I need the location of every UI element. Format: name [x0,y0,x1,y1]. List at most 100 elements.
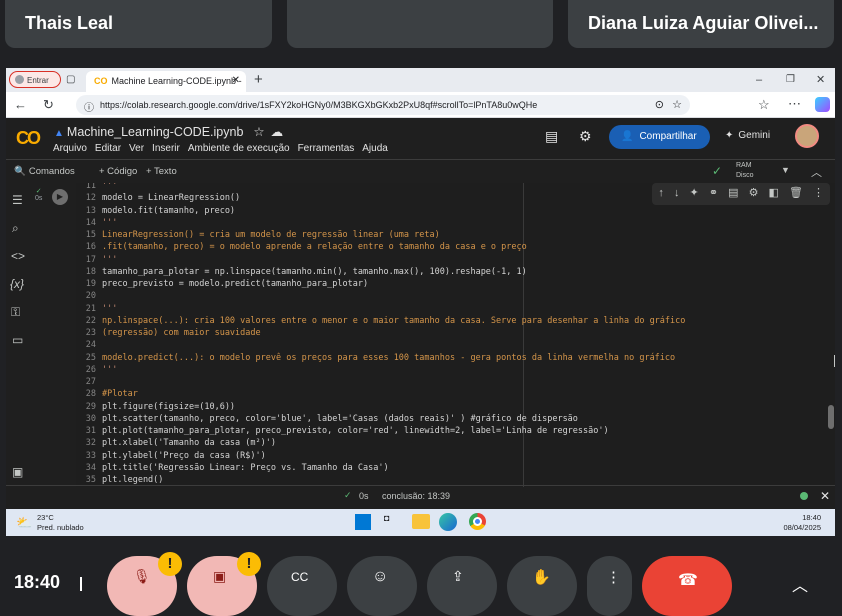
code-line[interactable]: 32 plt.xlabel('Tamanho da casa (m²)') [82,437,685,449]
install-app-icon[interactable]: ⊙ [655,98,664,111]
menu-ajuda[interactable]: Ajuda [362,143,388,154]
mirror-cell-icon[interactable]: ◧ [769,187,779,199]
run-cell-button[interactable]: ▶ [52,189,68,205]
address-bar[interactable]: ⓘ https://colab.research.google.com/driv… [76,95,690,115]
runtime-dropdown-icon[interactable]: ▼ [781,165,790,175]
code-line[interactable]: 27 [82,376,685,388]
favorites-icon[interactable]: ☆ [758,97,770,113]
new-tab-icon[interactable]: + [254,72,263,88]
code-line[interactable]: 12 modelo = LinearRegression() [82,192,685,204]
close-window-icon[interactable]: ✕ [816,72,825,88]
mic-warning-icon[interactable]: ! [158,552,182,576]
system-clock[interactable]: 18:40 08/04/2025 [783,513,821,533]
code-line[interactable]: 19 preco_previsto = modelo.predict(tamanh… [82,278,685,290]
code-snippets-icon[interactable]: <> [11,249,25,263]
code-line[interactable]: 24 [82,339,685,351]
settings-gear-icon[interactable]: ⚙ [579,128,592,144]
code-editor[interactable]: 11 ''' 12 modelo = LinearRegression() 13 mode… [76,183,835,487]
chrome-icon[interactable] [469,513,486,530]
copilot-icon[interactable] [815,97,830,112]
menu-ambiente[interactable]: Ambiente de execução [188,143,290,154]
edge-browser-icon[interactable] [439,513,457,531]
code-line[interactable]: 28 #Plotar [82,388,685,400]
bookmark-star-icon[interactable]: ☆ [672,98,682,111]
code-line[interactable]: 33 plt.ylabel('Preço da casa (R$)') [82,450,685,462]
restore-icon[interactable]: ❐ [786,72,795,88]
secrets-key-icon[interactable]: ⚿ [11,305,20,320]
task-view-icon[interactable]: ◘ [384,513,389,523]
code-line[interactable]: 31 plt.plot(tamanho_para_plotar, preco_pr… [82,425,685,437]
code-line[interactable]: 21 ''' [82,303,685,315]
code-line[interactable]: 18 tamanho_para_plotar = np.linspace(tama… [82,266,685,278]
code-line[interactable]: 20 [82,290,685,302]
code-line[interactable]: 13 modelo.fit(tamanho, preco) [82,205,685,217]
weather-icon[interactable]: ⛅ [16,515,32,531]
delete-icon[interactable]: 🗑 [789,187,803,199]
star-icon[interactable]: ☆ [253,125,264,139]
browser-tab[interactable]: CO Machine Learning-CODE.ipynb - ✕ [86,71,246,92]
code-line[interactable]: 26 ''' [82,364,685,376]
move-up-icon[interactable]: ↑ [658,187,664,199]
code-cell[interactable]: ✓ 0s ▶ 11 ''' 12 modelo = LinearRegression()… [30,183,835,487]
menu-editar[interactable]: Editar [95,143,121,154]
profile-button[interactable]: Entrar [9,71,61,88]
notebook-scrollbar[interactable] [828,405,834,429]
add-text-button[interactable]: + Texto [146,166,177,177]
link-icon[interactable]: ⚭ [709,187,718,199]
comment-icon[interactable]: ▤ [728,187,738,199]
participant-tile-thais[interactable]: Thais Leal [5,0,272,48]
close-status-icon[interactable]: ✕ [820,489,830,503]
comments-icon[interactable]: ▤ [545,128,558,144]
emoji-button[interactable]: ☺ [347,556,417,616]
participant-tile-2[interactable] [287,0,553,48]
end-call-button[interactable]: ☎ [642,556,732,616]
present-button[interactable]: ⇪ [427,556,497,616]
expand-icon[interactable]: ︿ [792,572,808,596]
resource-monitor[interactable]: RAM Disco [736,161,754,181]
tab-actions-icon[interactable]: ▢ [66,72,75,88]
menu-ferramentas[interactable]: Ferramentas [298,143,355,154]
find-icon[interactable]: ⌕ [12,221,19,236]
gemini-cell-icon[interactable]: ✦ [690,187,699,199]
move-down-icon[interactable]: ↓ [674,187,680,199]
code-line[interactable]: 23 (regressão) com maior suavidade [82,327,685,339]
code-line[interactable]: 14 ''' [82,217,685,229]
code-line[interactable]: 17 ''' [82,254,685,266]
code-line[interactable]: 16 .fit(tamanho, preco) = o modelo aprend… [82,241,685,253]
collapse-header-icon[interactable]: ︿ [811,164,822,180]
start-windows-icon[interactable] [355,514,371,530]
code-line[interactable]: 22 np.linspace(...): cria 100 valores ent… [82,315,686,327]
file-explorer-icon[interactable] [412,514,430,529]
menu-ver[interactable]: Ver [129,143,144,154]
close-tab-icon[interactable]: ✕ [232,75,240,86]
weather-widget[interactable]: 23°C Pred. nublado [37,513,84,533]
code-line[interactable]: 11 ''' [82,183,685,192]
code-line[interactable]: 30 plt.scatter(tamanho, preco, color='blu… [82,413,685,425]
files-folder-icon[interactable]: ▭ [12,333,23,347]
add-code-button[interactable]: + Código [99,166,137,177]
cell-settings-icon[interactable]: ⚙ [749,187,759,199]
code-line[interactable]: 29 plt.figure(figsize=(10,6)) [82,401,685,413]
notebook-title[interactable]: ▲ Machine_Learning-CODE.ipynb ☆ ☁ [54,124,283,139]
minimize-icon[interactable]: – [756,72,762,88]
menu-inserir[interactable]: Inserir [152,143,180,154]
participant-tile-diana[interactable]: Diana Luiza Aguiar Olivei... [568,0,834,48]
more-menu-icon[interactable]: ⋯ [788,96,801,112]
more-vert-icon[interactable]: ⋮ [813,187,824,199]
commands-button[interactable]: 🔍 Comandos [14,166,75,177]
variables-icon[interactable]: {x} [10,277,24,291]
camera-warning-icon[interactable]: ! [237,552,261,576]
table-of-contents-icon[interactable]: ☰ [12,193,23,207]
share-button[interactable]: 👤 Compartilhar [609,125,710,149]
user-avatar[interactable] [795,124,819,148]
reload-icon[interactable]: ↻ [43,97,54,113]
gemini-button[interactable]: ✦ Gemini [725,130,770,141]
terminal-icon[interactable]: ▣ [12,465,23,479]
menu-arquivo[interactable]: Arquivo [53,143,87,154]
raise-hand-button[interactable]: ✋ [507,556,577,616]
code-line[interactable]: 34 plt.title('Regressão Linear: Preço vs.… [82,462,685,474]
colab-logo-icon[interactable]: CO [16,128,41,149]
back-icon[interactable]: ← [14,97,27,113]
code-line[interactable]: 15 LinearRegression() = cria um modelo de… [82,229,685,241]
more-options-button[interactable]: ⋮ [587,556,632,616]
